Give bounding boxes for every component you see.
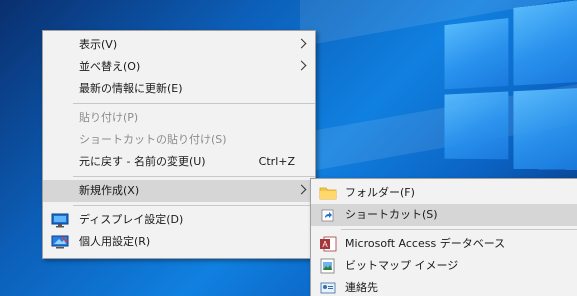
shortcut-icon bbox=[321, 209, 334, 222]
personalize-icon bbox=[51, 235, 69, 249]
shortcut-key: Ctrl+Z bbox=[258, 155, 295, 168]
menu-item-label: 表示(V) bbox=[79, 38, 118, 51]
menu-separator bbox=[73, 103, 315, 104]
menu-item-label: 個人用設定(R) bbox=[79, 235, 151, 248]
menu-item-display-settings[interactable]: ディスプレイ設定(D) bbox=[43, 209, 315, 231]
chevron-right-icon bbox=[296, 60, 307, 71]
menu-item-label: 新規作成(X) bbox=[79, 184, 140, 197]
menu-item-label: ショートカット(S) bbox=[345, 208, 438, 221]
menu-item-refresh[interactable]: 最新の情報に更新(E) bbox=[43, 78, 315, 100]
new-submenu: フォルダー(F) ショートカット(S) A Microsoft Access デ… bbox=[310, 178, 577, 296]
menu-item-personalize[interactable]: 個人用設定(R) bbox=[43, 231, 315, 253]
access-icon: A bbox=[320, 236, 337, 252]
menu-item-label: ビットマップ イメージ bbox=[345, 259, 459, 272]
menu-separator bbox=[73, 205, 315, 206]
menu-item-label: 貼り付け(P) bbox=[79, 111, 139, 124]
menu-separator bbox=[73, 176, 315, 177]
submenu-item-shortcut[interactable]: ショートカット(S) bbox=[311, 204, 577, 226]
menu-item-label: フォルダー(F) bbox=[345, 186, 415, 199]
menu-item-label: 元に戻す - 名前の変更(U) bbox=[79, 155, 206, 168]
contact-icon bbox=[320, 282, 336, 294]
menu-separator bbox=[341, 229, 577, 230]
display-settings-icon bbox=[51, 213, 69, 228]
menu-item-view[interactable]: 表示(V) bbox=[43, 34, 315, 56]
submenu-item-bitmap[interactable]: ビットマップ イメージ bbox=[311, 255, 577, 277]
menu-item-label: ショートカットの貼り付け(S) bbox=[79, 133, 227, 146]
submenu-item-access-db[interactable]: A Microsoft Access データベース bbox=[311, 233, 577, 255]
folder-icon bbox=[319, 187, 337, 200]
svg-text:A: A bbox=[322, 240, 328, 249]
bitmap-icon bbox=[320, 258, 335, 274]
desktop-context-menu: 表示(V) 並べ替え(O) 最新の情報に更新(E) 貼り付け(P) ショートカッ… bbox=[42, 30, 316, 259]
chevron-right-icon bbox=[296, 184, 307, 195]
chevron-right-icon bbox=[296, 38, 307, 49]
menu-item-paste-shortcut: ショートカットの貼り付け(S) bbox=[43, 129, 315, 151]
submenu-item-contact[interactable]: 連絡先 bbox=[311, 277, 577, 296]
menu-item-sort[interactable]: 並べ替え(O) bbox=[43, 56, 315, 78]
submenu-item-folder[interactable]: フォルダー(F) bbox=[311, 182, 577, 204]
menu-item-undo-rename[interactable]: 元に戻す - 名前の変更(U) Ctrl+Z bbox=[43, 151, 315, 173]
menu-item-label: 最新の情報に更新(E) bbox=[79, 82, 183, 95]
menu-item-label: 並べ替え(O) bbox=[79, 60, 141, 73]
menu-item-new[interactable]: 新規作成(X) bbox=[43, 180, 315, 202]
menu-item-label: 連絡先 bbox=[345, 281, 378, 294]
menu-item-label: ディスプレイ設定(D) bbox=[79, 213, 184, 226]
menu-item-paste: 貼り付け(P) bbox=[43, 107, 315, 129]
menu-item-label: Microsoft Access データベース bbox=[345, 237, 506, 250]
